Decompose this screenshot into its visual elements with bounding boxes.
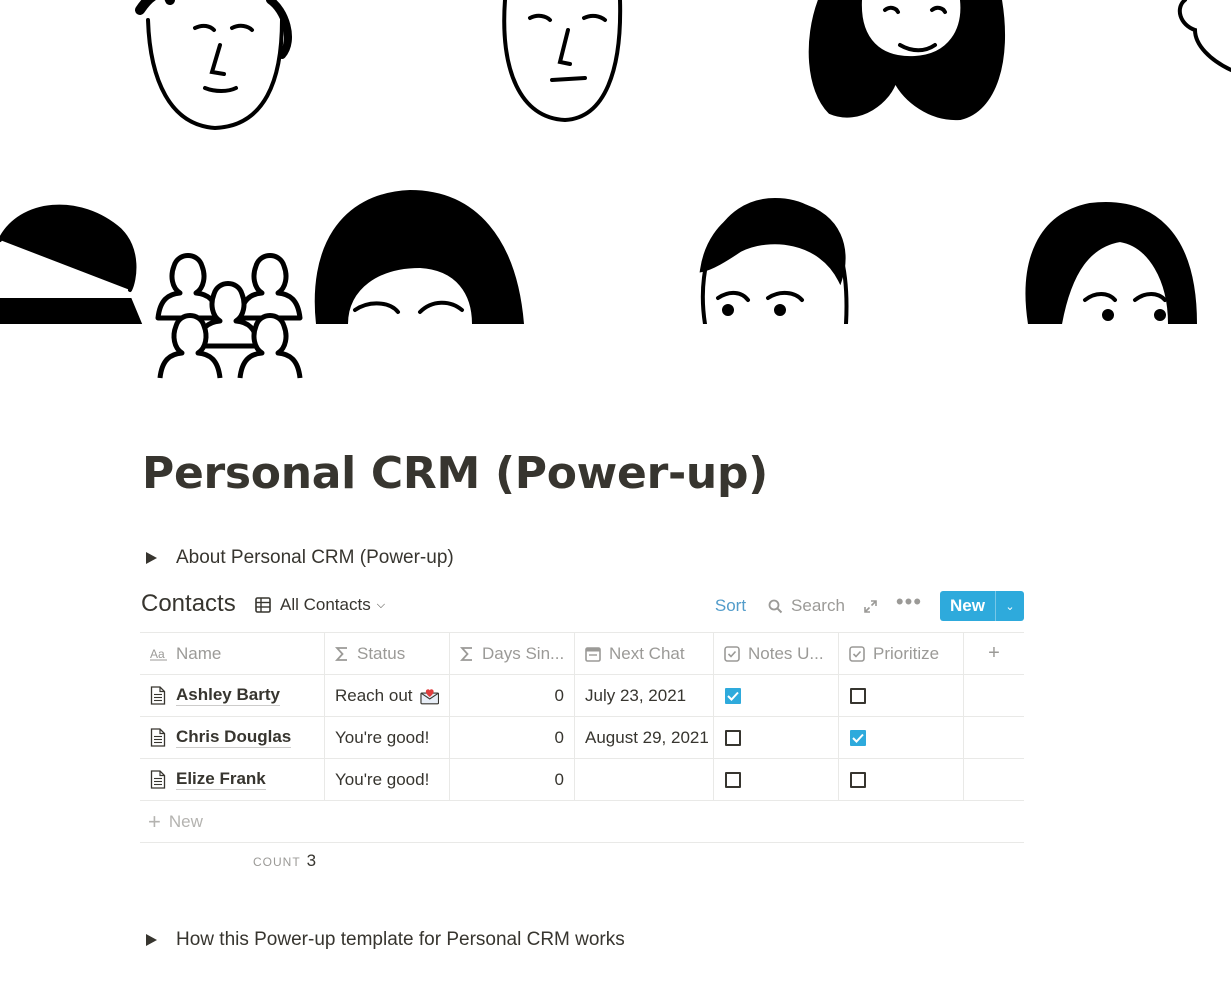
toggle-about[interactable]: About Personal CRM (Power-up) xyxy=(146,547,454,569)
prioritize-checkbox[interactable] xyxy=(850,729,866,746)
cell-next-chat[interactable]: July 23, 2021 xyxy=(575,675,714,716)
cell-name[interactable]: Elize Frank xyxy=(140,759,325,800)
contacts-table: Aa Name Status Days Sin... Next Chat Not… xyxy=(140,632,1024,843)
column-header-prioritize[interactable]: Prioritize xyxy=(839,633,964,674)
column-header-next-chat[interactable]: Next Chat xyxy=(575,633,714,674)
cell-empty xyxy=(964,759,1024,800)
notes-updated-checkbox[interactable] xyxy=(725,729,741,746)
text-aa-icon: Aa xyxy=(150,647,167,661)
column-header-label: Next Chat xyxy=(609,643,685,663)
page-document-icon xyxy=(150,728,166,747)
people-group-icon xyxy=(155,253,303,379)
database-header: Contacts All Contacts ⌵ Sort Search ••• … xyxy=(141,590,1024,622)
database-title[interactable]: Contacts xyxy=(141,590,236,618)
page-document-icon xyxy=(150,686,166,705)
table-row[interactable]: Elize Frank You're good! 0 xyxy=(140,759,1024,801)
cell-days-since[interactable]: 0 xyxy=(450,717,575,758)
page-document-icon xyxy=(150,770,166,789)
cell-next-chat[interactable]: August 29, 2021 xyxy=(575,717,714,758)
more-options-icon[interactable]: ••• xyxy=(896,591,922,617)
checkmark-icon xyxy=(727,691,739,701)
contact-name-link[interactable]: Chris Douglas xyxy=(176,727,292,748)
calendar-icon xyxy=(585,646,601,662)
prioritize-checkbox[interactable] xyxy=(850,771,866,788)
view-name: All Contacts xyxy=(280,595,371,614)
column-header-days-since[interactable]: Days Sin... xyxy=(450,633,575,674)
toggle-how-it-works[interactable]: How this Power-up template for Personal … xyxy=(146,929,625,951)
formula-sigma-icon xyxy=(335,646,347,661)
column-header-name[interactable]: Aa Name xyxy=(140,633,325,674)
add-new-row-button[interactable]: + New xyxy=(140,801,1024,843)
prioritize-checkbox[interactable] xyxy=(850,687,866,704)
cell-prioritize[interactable] xyxy=(839,675,964,716)
cell-status[interactable]: You're good! xyxy=(325,717,450,758)
cell-notes-updated[interactable] xyxy=(714,675,839,716)
add-property-button[interactable]: + xyxy=(964,633,1024,674)
checkbox-icon xyxy=(724,645,740,662)
table-header-row: Aa Name Status Days Sin... Next Chat Not… xyxy=(140,632,1024,675)
cell-next-chat[interactable] xyxy=(575,759,714,800)
status-text: You're good! xyxy=(335,769,430,789)
cell-days-since[interactable]: 0 xyxy=(450,759,575,800)
column-header-label: Notes U... xyxy=(748,643,824,663)
toggle-about-label: About Personal CRM (Power-up) xyxy=(176,547,454,568)
expand-arrows-icon xyxy=(864,599,877,613)
formula-sigma-icon xyxy=(460,646,472,661)
search-icon xyxy=(768,599,783,613)
cell-days-since[interactable]: 0 xyxy=(450,675,575,716)
cell-empty xyxy=(964,675,1024,716)
table-view-icon xyxy=(255,597,271,613)
view-switcher[interactable]: All Contacts ⌵ xyxy=(255,595,385,615)
column-header-label: Prioritize xyxy=(873,643,940,663)
cell-status[interactable]: You're good! xyxy=(325,759,450,800)
column-header-label: Days Sin... xyxy=(482,643,565,663)
checkmark-icon xyxy=(852,733,864,743)
row-count-summary[interactable]: COUNT 3 xyxy=(253,851,316,871)
cell-notes-updated[interactable] xyxy=(714,759,839,800)
column-header-label: Status xyxy=(357,643,406,663)
column-header-notes-updated[interactable]: Notes U... xyxy=(714,633,839,674)
chevron-down-icon[interactable]: ⌄ xyxy=(995,591,1024,621)
plus-icon: + xyxy=(148,808,161,834)
status-text: Reach out xyxy=(335,685,413,705)
new-record-button[interactable]: New ⌄ xyxy=(940,591,1024,621)
database-toolbar: Sort Search ••• New ⌄ xyxy=(715,590,1024,622)
sort-button[interactable]: Sort xyxy=(715,596,746,616)
count-label: COUNT xyxy=(253,855,301,869)
column-header-label: Name xyxy=(176,643,222,663)
new-row-label: New xyxy=(168,811,203,831)
search-button[interactable]: Search xyxy=(768,596,845,616)
svg-text:Aa: Aa xyxy=(150,647,165,661)
toggle-triangle-icon[interactable] xyxy=(146,552,157,564)
cell-status[interactable]: Reach out xyxy=(325,675,450,716)
contact-name-link[interactable]: Elize Frank xyxy=(176,769,266,790)
status-text: You're good! xyxy=(335,727,430,747)
page-icon[interactable] xyxy=(150,238,310,388)
cell-prioritize[interactable] xyxy=(839,717,964,758)
page-title: Personal CRM (Power-up) xyxy=(142,448,768,499)
chevron-down-icon: ⌵ xyxy=(376,598,386,611)
cell-empty xyxy=(964,717,1024,758)
column-header-status[interactable]: Status xyxy=(325,633,450,674)
cell-prioritize[interactable] xyxy=(839,759,964,800)
cell-name[interactable]: Chris Douglas xyxy=(140,717,325,758)
new-button-label: New xyxy=(950,596,985,615)
count-value: 3 xyxy=(306,851,317,870)
toggle-triangle-icon[interactable] xyxy=(146,934,157,946)
cell-notes-updated[interactable] xyxy=(714,717,839,758)
envelope-heart-icon xyxy=(419,688,439,704)
checkbox-icon xyxy=(849,645,865,662)
new-row-cell[interactable]: + New xyxy=(140,801,213,842)
table-row[interactable]: Ashley Barty Reach out 0 July 23, 2021 xyxy=(140,675,1024,717)
notes-updated-checkbox[interactable] xyxy=(725,771,741,788)
contact-name-link[interactable]: Ashley Barty xyxy=(176,685,280,706)
search-label: Search xyxy=(791,596,845,615)
open-full-page-button[interactable] xyxy=(863,599,878,614)
plus-icon: + xyxy=(988,642,1000,664)
notes-updated-checkbox[interactable] xyxy=(725,687,741,704)
toggle-how-label: How this Power-up template for Personal … xyxy=(176,929,625,950)
cell-name[interactable]: Ashley Barty xyxy=(140,675,325,716)
table-row[interactable]: Chris Douglas You're good! 0 August 29, … xyxy=(140,717,1024,759)
